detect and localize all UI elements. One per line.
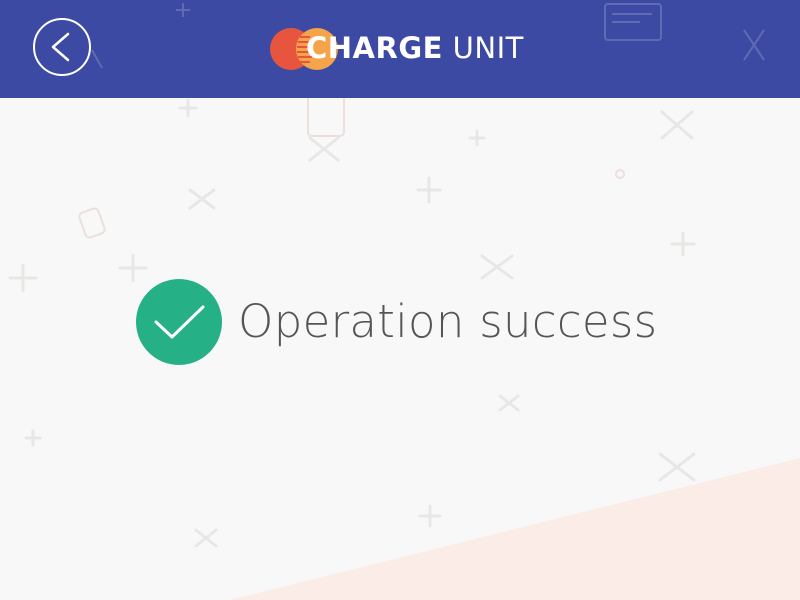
logo-wordmark: CHARGE UNIT bbox=[306, 28, 524, 68]
charge-unit-logo: CHARGE UNIT bbox=[270, 26, 540, 72]
checkmark-icon bbox=[154, 305, 205, 339]
success-badge bbox=[136, 279, 222, 365]
top-app-bar: CHARGE UNIT bbox=[0, 0, 800, 98]
back-button[interactable] bbox=[33, 18, 91, 76]
status-message: Operation success bbox=[238, 295, 658, 348]
logo-text-light: UNIT bbox=[442, 31, 524, 65]
success-screen: CHARGE UNIT Operation success bbox=[0, 0, 800, 600]
operation-status: Operation success bbox=[136, 279, 696, 365]
logo-text-bold: CHARGE bbox=[306, 31, 443, 65]
chevron-left-icon bbox=[51, 32, 70, 62]
